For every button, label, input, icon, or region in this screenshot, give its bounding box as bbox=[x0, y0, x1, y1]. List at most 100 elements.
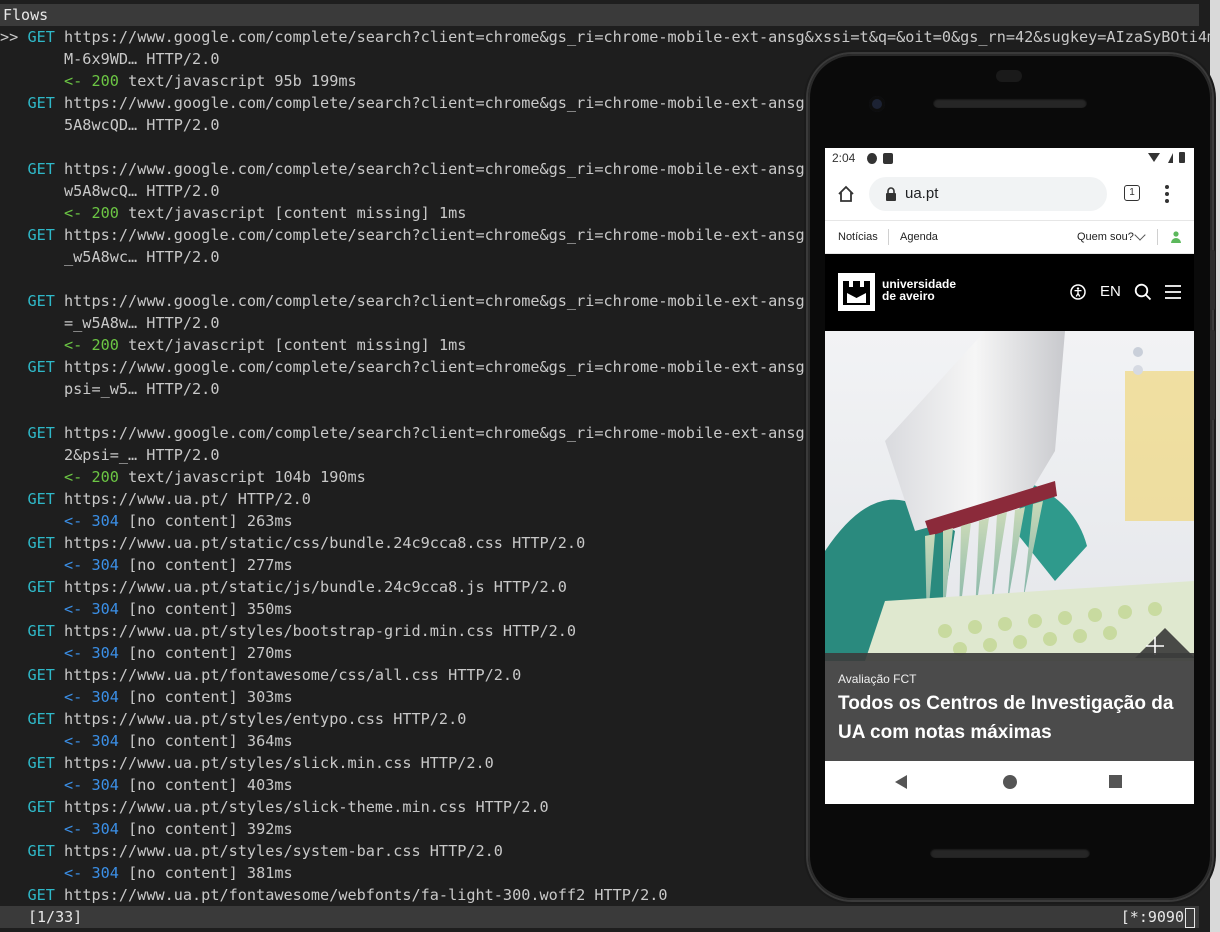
status-bar: [1/33] [*:9090 bbox=[0, 906, 1199, 928]
nav-divider bbox=[888, 229, 889, 245]
response-arrow: <- bbox=[64, 512, 83, 530]
flows-title-bar: Flows bbox=[0, 4, 1199, 26]
flow-response-line[interactable]: <- 304 [no content] 270ms bbox=[0, 642, 293, 664]
response-details: [no content] 277ms bbox=[128, 556, 293, 574]
phone-screen[interactable]: 2:04 ua.pt 1 Notícias Agenda Quem sou? u… bbox=[825, 148, 1194, 804]
flow-url: https://www.ua.pt/styles/system-bar.css … bbox=[64, 842, 503, 860]
flow-url: https://www.ua.pt/fontawesome/webfonts/f… bbox=[64, 886, 668, 904]
flow-response-line[interactable]: <- 200 text/javascript [content missing]… bbox=[0, 334, 466, 356]
hero-title[interactable]: Todos os Centros de Investigação da UA c… bbox=[838, 689, 1183, 747]
flow-response-line[interactable]: <- 304 [no content] 364ms bbox=[0, 730, 293, 752]
flow-request-line[interactable]: GET https://www.ua.pt/ HTTP/2.0 bbox=[0, 488, 310, 510]
flow-method: GET bbox=[27, 490, 55, 508]
flow-request-continuation[interactable]: 5A8wcQD… HTTP/2.0 bbox=[0, 114, 219, 136]
flow-request-continuation[interactable]: _w5A8wc… HTTP/2.0 bbox=[0, 246, 219, 268]
response-status-code: 304 bbox=[91, 820, 119, 838]
flow-method: GET bbox=[27, 28, 55, 46]
flow-request-line[interactable]: GET https://www.ua.pt/fontawesome/css/al… bbox=[0, 664, 521, 686]
flow-request-line[interactable]: GET https://www.ua.pt/fontawesome/webfon… bbox=[0, 884, 668, 906]
flow-request-line[interactable]: GET https://www.ua.pt/static/css/bundle.… bbox=[0, 532, 585, 554]
home-button-icon[interactable] bbox=[1003, 775, 1017, 789]
kebab-menu-icon[interactable] bbox=[1165, 184, 1169, 204]
flow-request-line[interactable]: GET https://www.ua.pt/styles/bootstrap-g… bbox=[0, 620, 576, 642]
flow-response-line[interactable]: <- 304 [no content] 381ms bbox=[0, 862, 293, 884]
flow-request-line[interactable]: GET https://www.google.com/complete/sear… bbox=[0, 422, 823, 444]
flow-method: GET bbox=[27, 94, 55, 112]
flow-response-line[interactable]: <- 200 text/javascript 104b 190ms bbox=[0, 466, 366, 488]
response-status-code: 200 bbox=[91, 468, 119, 486]
response-arrow: <- bbox=[64, 820, 83, 838]
search-icon[interactable] bbox=[1134, 283, 1152, 301]
flow-url: https://www.ua.pt/static/css/bundle.24c9… bbox=[64, 534, 586, 552]
speaker-grille-bottom bbox=[930, 848, 1090, 858]
nav-quem-sou-dropdown[interactable]: Quem sou? bbox=[1077, 231, 1134, 243]
ua-logo-wordmark[interactable]: universidade de aveiro bbox=[882, 278, 956, 302]
ua-logo-icon[interactable] bbox=[838, 273, 875, 311]
battery-icon bbox=[1179, 152, 1185, 163]
response-status-code: 200 bbox=[91, 204, 119, 222]
flow-response-line[interactable]: <- 304 [no content] 392ms bbox=[0, 818, 293, 840]
flow-url-cont: w5A8wcQ… HTTP/2.0 bbox=[64, 182, 220, 200]
flow-request-continuation[interactable]: w5A8wcQ… HTTP/2.0 bbox=[0, 180, 219, 202]
home-icon[interactable] bbox=[837, 185, 855, 203]
back-icon[interactable] bbox=[895, 775, 907, 789]
response-status-code: 200 bbox=[91, 336, 119, 354]
flow-response-line[interactable]: <- 304 [no content] 303ms bbox=[0, 686, 293, 708]
flow-response-line[interactable]: <- 304 [no content] 403ms bbox=[0, 774, 293, 796]
flow-method: GET bbox=[27, 842, 55, 860]
flow-request-line[interactable]: GET https://www.ua.pt/styles/system-bar.… bbox=[0, 840, 503, 862]
recents-icon[interactable] bbox=[1109, 775, 1122, 788]
flow-response-line[interactable]: <- 200 text/javascript [content missing]… bbox=[0, 202, 466, 224]
tab-switcher-button[interactable]: 1 bbox=[1124, 185, 1140, 201]
flow-request-line[interactable]: GET https://www.ua.pt/styles/slick-theme… bbox=[0, 796, 549, 818]
flow-url-cont: 5A8wcQD… HTTP/2.0 bbox=[64, 116, 220, 134]
flow-request-line[interactable]: GET https://www.google.com/complete/sear… bbox=[0, 290, 823, 312]
response-arrow: <- bbox=[64, 600, 83, 618]
response-arrow: <- bbox=[64, 644, 83, 662]
flow-url: https://www.ua.pt/styles/slick-theme.min… bbox=[64, 798, 549, 816]
flow-request-line[interactable]: >> GET https://www.google.com/complete/s… bbox=[0, 26, 1216, 48]
nav-noticias-link[interactable]: Notícias bbox=[838, 231, 878, 243]
flow-request-line[interactable]: GET https://www.google.com/complete/sear… bbox=[0, 92, 823, 114]
flow-request-continuation[interactable]: =_w5A8w… HTTP/2.0 bbox=[0, 312, 219, 334]
flow-request-line[interactable]: GET https://www.google.com/complete/sear… bbox=[0, 224, 823, 246]
flows-title: Flows bbox=[3, 6, 49, 24]
flow-method: GET bbox=[27, 292, 55, 310]
flow-request-line[interactable]: GET https://www.google.com/complete/sear… bbox=[0, 356, 823, 378]
flow-method: GET bbox=[27, 226, 55, 244]
flow-request-continuation[interactable]: psi=_w5… HTTP/2.0 bbox=[0, 378, 219, 400]
hero-carousel[interactable] bbox=[825, 331, 1194, 661]
flow-response-line[interactable]: <- 304 [no content] 263ms bbox=[0, 510, 293, 532]
earpiece bbox=[996, 70, 1022, 82]
flow-request-continuation[interactable]: M-6x9WD… HTTP/2.0 bbox=[0, 48, 219, 70]
chevron-down-icon[interactable] bbox=[1134, 229, 1146, 241]
selection-marker: >> bbox=[0, 28, 19, 46]
language-toggle[interactable]: EN bbox=[1100, 283, 1121, 300]
listen-address: [*:9090 bbox=[1121, 906, 1195, 928]
chrome-toolbar: ua.pt 1 bbox=[825, 170, 1194, 220]
hero-lab-pipette-image bbox=[825, 331, 1194, 661]
flow-response-line[interactable]: <- 200 text/javascript 95b 199ms bbox=[0, 70, 357, 92]
user-icon[interactable] bbox=[1171, 231, 1181, 243]
response-status-code: 304 bbox=[91, 688, 119, 706]
flow-response-line[interactable]: <- 304 [no content] 350ms bbox=[0, 598, 293, 620]
flow-url: https://www.ua.pt/fontawesome/css/all.cs… bbox=[64, 666, 522, 684]
flow-request-line[interactable]: GET https://www.ua.pt/styles/slick.min.c… bbox=[0, 752, 493, 774]
response-arrow: <- bbox=[64, 336, 83, 354]
flow-response-line[interactable]: <- 304 [no content] 277ms bbox=[0, 554, 293, 576]
flow-position: [1/33] bbox=[28, 908, 83, 926]
flow-request-line[interactable]: GET https://www.google.com/complete/sear… bbox=[0, 158, 823, 180]
flow-request-continuation[interactable]: 2&psi=_… HTTP/2.0 bbox=[0, 444, 219, 466]
flow-url-cont: =_w5A8w… HTTP/2.0 bbox=[64, 314, 220, 332]
accessibility-icon[interactable] bbox=[1070, 284, 1086, 300]
wifi-icon bbox=[1148, 153, 1160, 162]
hamburger-menu-icon[interactable] bbox=[1165, 285, 1181, 299]
response-details: text/javascript [content missing] 1ms bbox=[128, 336, 467, 354]
nav-agenda-link[interactable]: Agenda bbox=[900, 231, 938, 243]
flow-request-line[interactable]: GET https://www.ua.pt/styles/entypo.css … bbox=[0, 708, 466, 730]
response-details: [no content] 403ms bbox=[128, 776, 293, 794]
response-status-code: 304 bbox=[91, 732, 119, 750]
address-bar[interactable]: ua.pt bbox=[869, 177, 1107, 211]
flow-request-line[interactable]: GET https://www.ua.pt/static/js/bundle.2… bbox=[0, 576, 567, 598]
response-arrow: <- bbox=[64, 556, 83, 574]
